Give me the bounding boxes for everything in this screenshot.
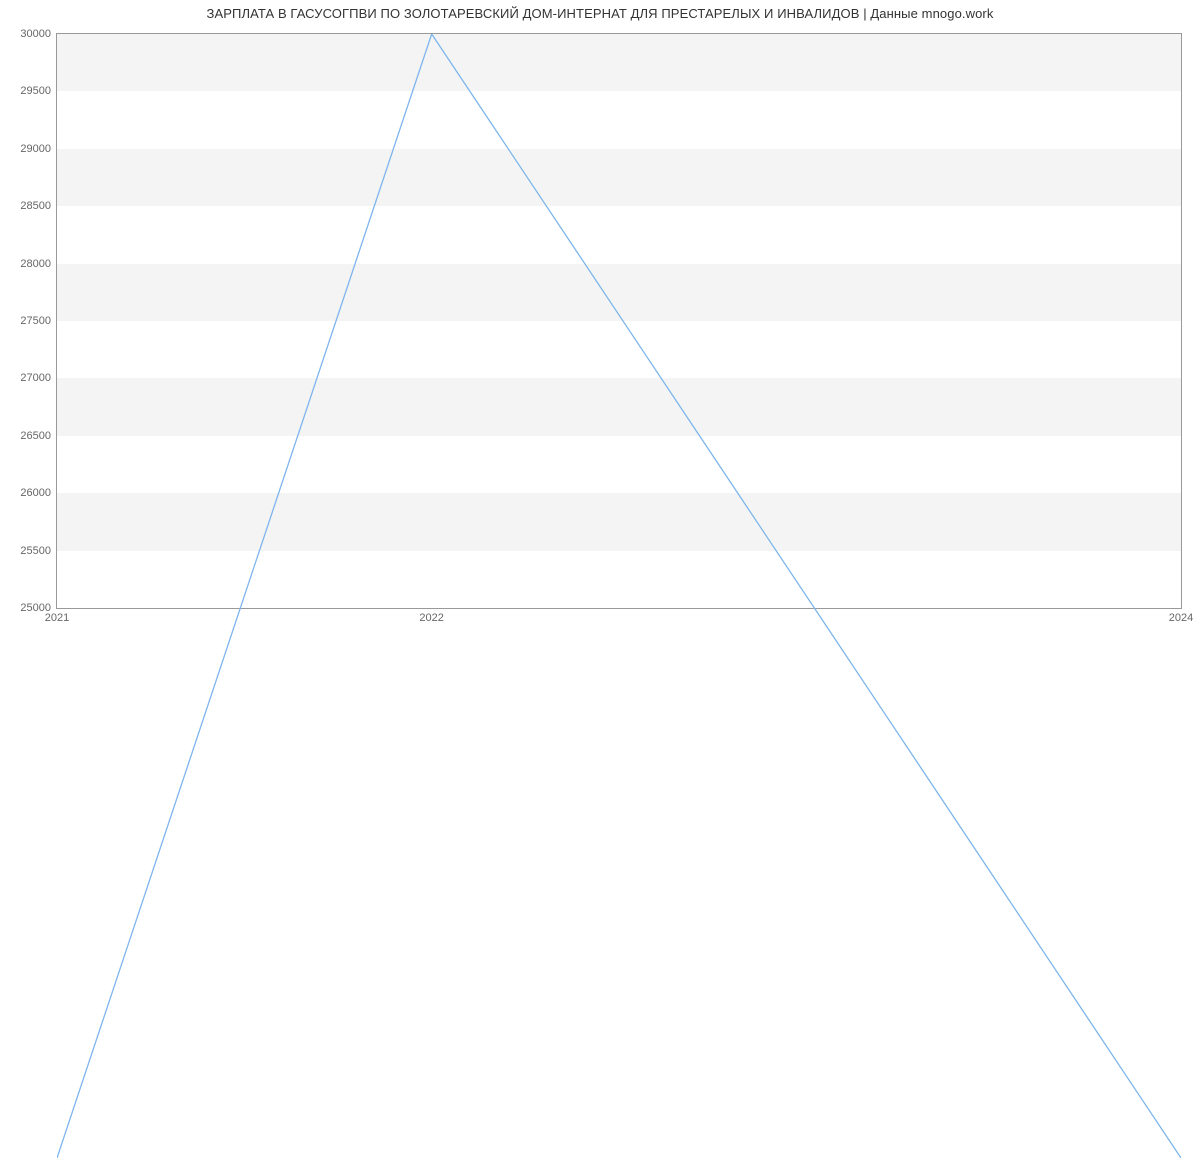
y-tick-label: 26500 bbox=[20, 430, 57, 442]
y-tick-label: 30000 bbox=[20, 28, 57, 40]
chart-line-series bbox=[57, 34, 1181, 1158]
y-tick-label: 26000 bbox=[20, 487, 57, 499]
y-tick-label: 28500 bbox=[20, 200, 57, 212]
chart-title: ЗАРПЛАТА В ГАСУСОГПВИ ПО ЗОЛОТАРЕВСКИЙ Д… bbox=[0, 0, 1200, 21]
y-tick-label: 27500 bbox=[20, 315, 57, 327]
y-tick-label: 29500 bbox=[20, 85, 57, 97]
y-tick-label: 25500 bbox=[20, 545, 57, 557]
y-tick-label: 28000 bbox=[20, 258, 57, 270]
y-tick-label: 29000 bbox=[20, 143, 57, 155]
series-polyline bbox=[57, 34, 1181, 1158]
y-tick-label: 27000 bbox=[20, 372, 57, 384]
chart-plot-area: 2500025500260002650027000275002800028500… bbox=[56, 33, 1182, 609]
